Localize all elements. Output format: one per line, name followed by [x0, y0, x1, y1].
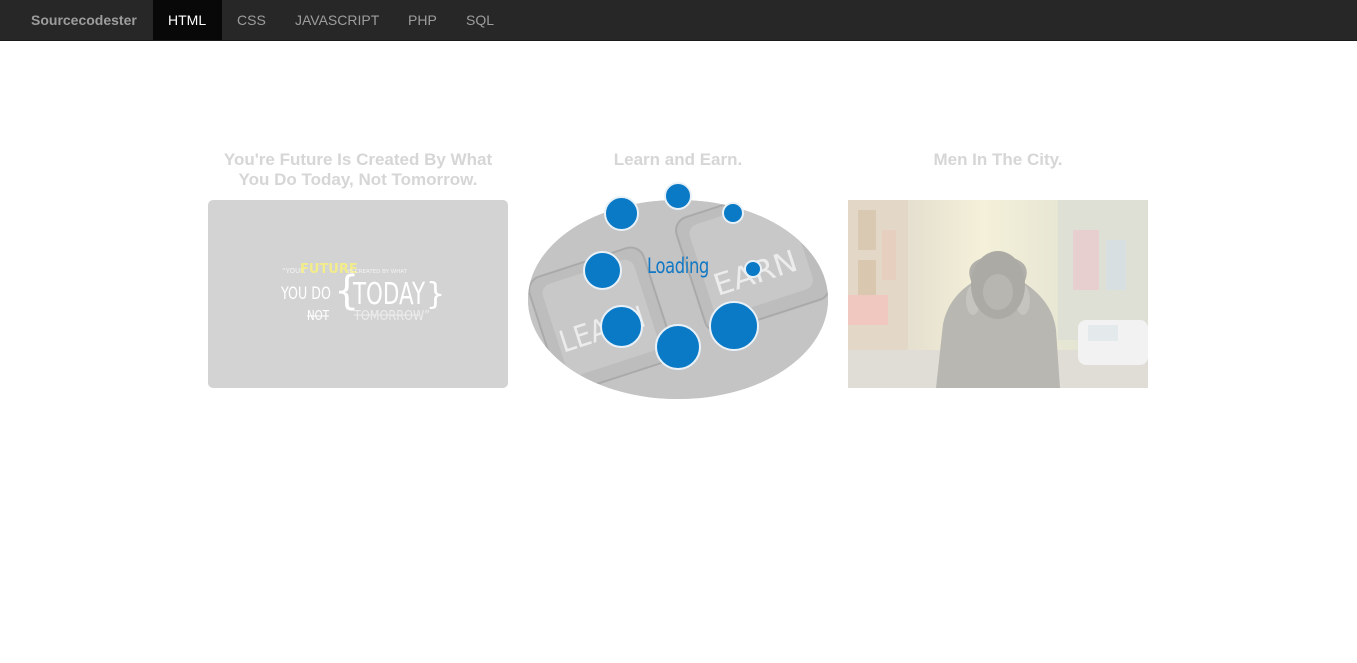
card-title-future: You're Future Is Created By What You Do …	[223, 150, 493, 189]
quote-tomorrow-text: TOMORROW”	[353, 309, 430, 324]
card-title-men-city: Men In The City.	[933, 150, 1063, 169]
quote-you-do-text: YOU DO	[280, 284, 331, 304]
card-image-future-quote[interactable]: “YOUR FUTURE IS CREATED BY WHAT YOU DO {…	[208, 200, 508, 388]
card-title-learn-earn: Learn and Earn.	[613, 150, 743, 169]
card-image-learn-earn[interactable]: LEARN EARN	[528, 200, 828, 399]
right-brace-icon: }	[426, 277, 445, 312]
nav-item-php[interactable]: PHP	[393, 0, 452, 40]
top-navbar: Sourcecodester HTML CSS JAVASCRIPT PHP S…	[0, 0, 1357, 41]
nav-item-css[interactable]: CSS	[222, 0, 281, 40]
nav-item-javascript[interactable]: JAVASCRIPT	[280, 0, 394, 40]
nav-item-html[interactable]: HTML	[153, 0, 222, 40]
quote-today-text: TODAY	[352, 277, 425, 312]
brand-link[interactable]: Sourcecodester	[31, 0, 137, 40]
nav-item-sql[interactable]: SQL	[451, 0, 509, 40]
card-image-men-city[interactable]	[848, 200, 1148, 388]
